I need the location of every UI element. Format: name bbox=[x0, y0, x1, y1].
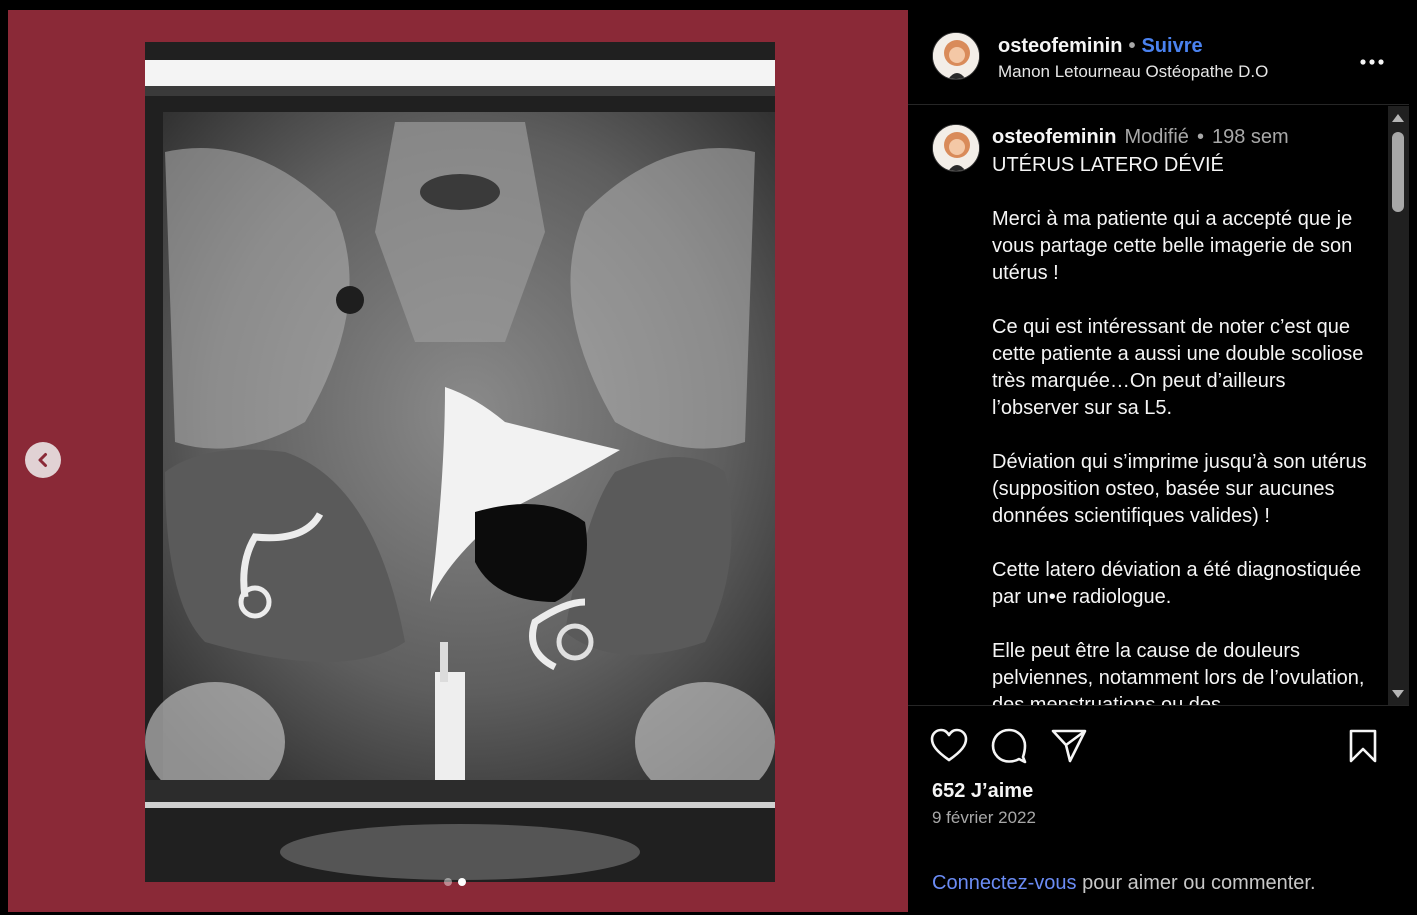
carousel-indicator bbox=[444, 878, 466, 886]
caption-text: UTÉRUS LATERO DÉVIÉ Merci à ma patiente … bbox=[992, 154, 1367, 706]
scroll-down-arrow-icon[interactable] bbox=[1392, 690, 1404, 698]
post-header: osteofeminin • Suivre Manon Letourneau O… bbox=[908, 10, 1409, 105]
header-user-row: osteofeminin • Suivre bbox=[998, 35, 1203, 58]
login-prompt-text: pour aimer ou commenter. bbox=[1076, 872, 1316, 894]
media-pane bbox=[8, 10, 908, 912]
heart-icon bbox=[930, 728, 968, 762]
separator-dot: • bbox=[1196, 126, 1204, 148]
instagram-post-window: osteofeminin • Suivre Manon Letourneau O… bbox=[0, 0, 1417, 915]
header-username[interactable]: osteofeminin bbox=[998, 35, 1122, 58]
post-age[interactable]: 198 sem bbox=[1212, 126, 1289, 149]
post-image-xray bbox=[145, 42, 775, 882]
comment-icon bbox=[991, 728, 1027, 764]
caption-scroll-area[interactable]: osteofeminin Modifié • 198 sem UTÉRUS LA… bbox=[908, 106, 1409, 706]
edited-label: Modifié bbox=[1124, 126, 1189, 148]
action-bar bbox=[930, 728, 1390, 768]
login-prompt: Connectez-vous pour aimer ou commenter. bbox=[932, 872, 1316, 895]
scroll-up-arrow-icon[interactable] bbox=[1392, 114, 1404, 122]
chevron-left-icon bbox=[38, 453, 47, 467]
carousel-prev-button[interactable] bbox=[25, 442, 61, 478]
like-button[interactable] bbox=[930, 728, 968, 769]
carousel-dot bbox=[444, 878, 452, 886]
caption-avatar[interactable] bbox=[932, 124, 980, 172]
post-date[interactable]: 9 février 2022 bbox=[932, 808, 1036, 828]
avatar[interactable] bbox=[932, 32, 980, 80]
follow-button[interactable]: Suivre bbox=[1141, 35, 1202, 58]
scrollbar-thumb[interactable] bbox=[1392, 132, 1404, 212]
more-options-button[interactable] bbox=[1359, 46, 1385, 72]
more-horizontal-icon bbox=[1360, 59, 1384, 65]
caption-scrollbar[interactable] bbox=[1388, 106, 1409, 705]
bookmark-icon bbox=[1349, 729, 1377, 763]
carousel-dot-active bbox=[458, 878, 466, 886]
send-icon bbox=[1051, 729, 1087, 763]
header-subtitle: Manon Letourneau Ostéopathe D.O bbox=[998, 62, 1269, 81]
comment-button[interactable] bbox=[990, 728, 1028, 769]
save-button[interactable] bbox=[1348, 728, 1378, 769]
share-button[interactable] bbox=[1050, 728, 1088, 769]
likes-count[interactable]: 652 J’aime bbox=[932, 780, 1033, 803]
separator-dot: • bbox=[1128, 35, 1136, 57]
login-link[interactable]: Connectez-vous bbox=[932, 872, 1077, 894]
caption-header: osteofeminin Modifié • 198 sem bbox=[992, 126, 1289, 149]
post-sidebar: osteofeminin • Suivre Manon Letourneau O… bbox=[908, 10, 1409, 912]
caption-username[interactable]: osteofeminin bbox=[992, 126, 1116, 149]
